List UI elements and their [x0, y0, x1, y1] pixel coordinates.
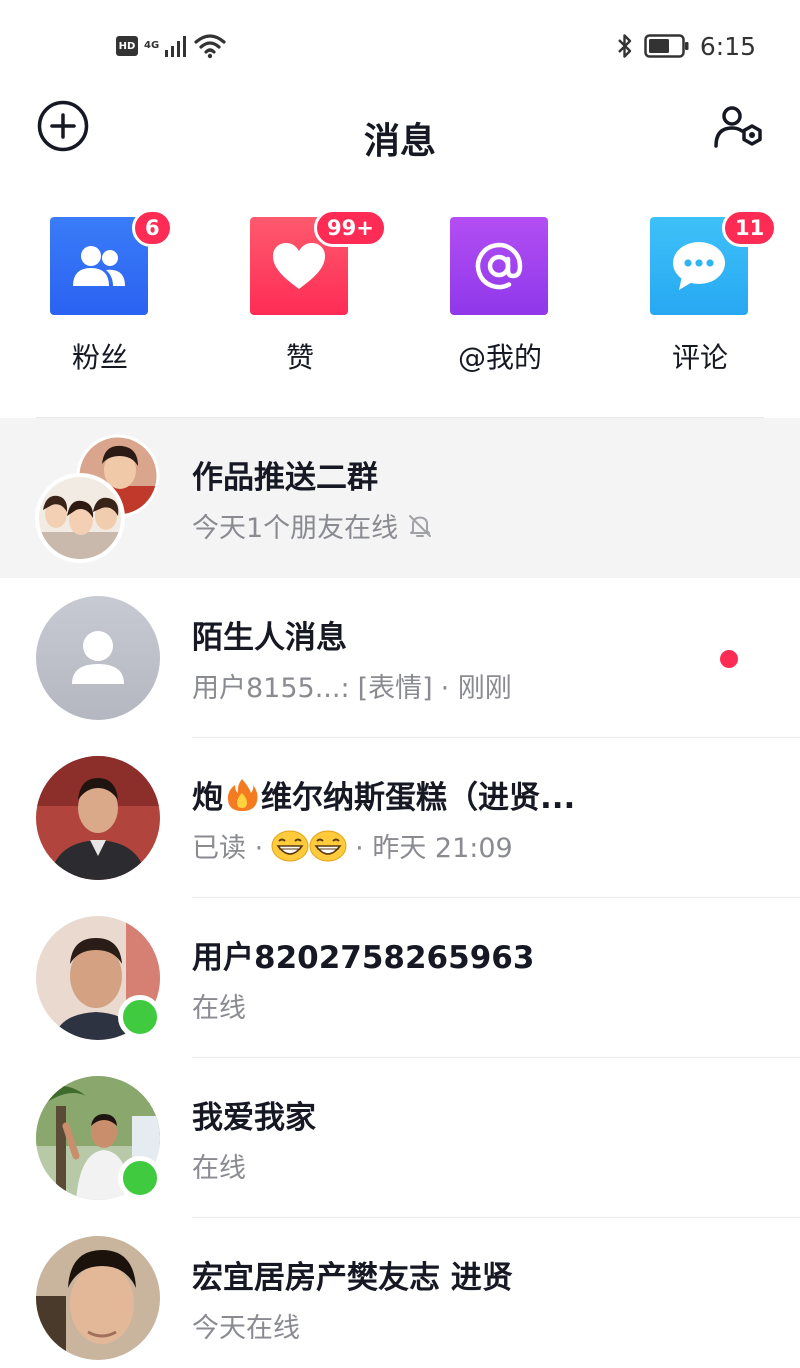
group-avatar: [34, 434, 162, 563]
read-status: 已读 ·: [192, 833, 264, 864]
conversation-title: 用户8202758265963: [192, 940, 535, 976]
at-icon: [475, 242, 523, 290]
contact-photo: [36, 756, 160, 880]
conversation-subtitle: 用户8155...: [表情] · 刚刚: [192, 666, 512, 705]
mentions-label: @我的: [457, 341, 542, 374]
group-avatar-front: [35, 473, 125, 563]
last-sender: 用户8155...:: [192, 673, 350, 704]
network-type: 4G: [144, 40, 160, 51]
quick-action-mentions[interactable]: @我的: [430, 204, 570, 384]
quick-action-likes[interactable]: 99+ 赞: [230, 204, 387, 384]
fans-label: 粉丝: [71, 341, 128, 374]
fans-badge: 6: [132, 209, 173, 247]
fire-emoji-icon: [227, 778, 258, 811]
quick-action-comments[interactable]: 11 评论: [630, 204, 778, 384]
grin-emoji-icon: [271, 830, 309, 861]
presence-status: 在线: [192, 1153, 246, 1184]
conversation-row-user[interactable]: 用户8202758265963 在线: [0, 898, 800, 1058]
last-time: · 昨天 21:09: [355, 833, 513, 864]
contact-avatar: [36, 756, 160, 880]
comments-badge: 11: [722, 209, 778, 247]
status-bar: HD 4G 6:15: [0, 0, 800, 92]
bluetooth-icon: [618, 34, 632, 58]
conversation-row-realestate[interactable]: 宏宜居房产樊友志 进贤 今天在线: [0, 1218, 800, 1368]
conversation-list: 作品推送二群 今天1个朋友在线 陌生人消息 用户8155...: [表情] · …: [0, 418, 800, 1368]
hd-indicator: HD: [116, 36, 138, 56]
last-message: [表情]: [357, 673, 433, 704]
status-left: HD 4G: [116, 32, 226, 60]
header: 消息: [0, 92, 800, 182]
comments-label: 评论: [671, 341, 728, 374]
conversation-subtitle: 在线: [192, 1146, 246, 1185]
heart-icon: [273, 243, 325, 289]
online-indicator: [118, 995, 162, 1039]
conversation-title: 宏宜居房产樊友志 进贤: [192, 1260, 513, 1296]
quick-action-fans[interactable]: 6 粉丝: [30, 204, 173, 384]
conversation-row-cake[interactable]: 炮 维尔纳斯蛋糕（进贤... 已读 · · 昨天 21:09: [0, 738, 800, 898]
signal-icon: [165, 36, 186, 57]
conversation-subtitle: 今天在线: [192, 1306, 300, 1345]
conversation-title: 炮 维尔纳斯蛋糕（进贤...: [192, 772, 575, 817]
muted-bell-icon: [409, 514, 432, 537]
fans-icon: [73, 246, 125, 286]
presence-status: 在线: [192, 993, 246, 1024]
conversation-title: 作品推送二群: [192, 460, 378, 496]
status-right: 6:15: [616, 30, 756, 62]
title-part-1: 炮: [192, 780, 223, 816]
contact-photo: [36, 1236, 160, 1360]
stranger-avatar: [36, 596, 160, 720]
conversation-row-strangers[interactable]: 陌生人消息 用户8155...: [表情] · 刚刚: [0, 578, 800, 738]
online-indicator: [118, 1156, 162, 1200]
conversation-subtitle-text: 今天1个朋友在线: [192, 513, 399, 544]
clock: 6:15: [699, 31, 756, 61]
user-settings-icon: [714, 106, 762, 148]
wifi-icon: [194, 34, 226, 59]
conversation-row-group[interactable]: 作品推送二群 今天1个朋友在线: [0, 418, 800, 578]
likes-label: 赞: [285, 341, 314, 374]
conversation-subtitle: 今天1个朋友在线: [192, 506, 434, 545]
person-placeholder-icon: [72, 631, 124, 684]
likes-badge: 99+: [314, 209, 387, 247]
comment-icon: [673, 242, 725, 290]
mentions-tile: [450, 217, 548, 315]
grin-emoji-icon: [309, 830, 347, 861]
quick-actions: 6 粉丝 99+ 赞 @我的 11 评论: [0, 204, 800, 384]
title-part-2: 维尔纳斯蛋糕（进贤...: [261, 780, 576, 816]
conversation-title: 我爱我家: [192, 1100, 316, 1136]
battery-icon: [644, 34, 689, 58]
conversation-subtitle: 在线: [192, 986, 246, 1025]
presence-status: 今天在线: [192, 1313, 300, 1344]
contacts-settings-button[interactable]: [710, 102, 770, 156]
conversation-subtitle: 已读 · · 昨天 21:09: [192, 826, 513, 865]
unread-dot: [720, 650, 738, 668]
last-time: · 刚刚: [440, 673, 512, 704]
page-title: 消息: [363, 121, 436, 162]
conversation-title: 陌生人消息: [192, 620, 347, 656]
conversation-row-home[interactable]: 我爱我家 在线: [0, 1058, 800, 1218]
contact-avatar: [36, 1236, 160, 1360]
